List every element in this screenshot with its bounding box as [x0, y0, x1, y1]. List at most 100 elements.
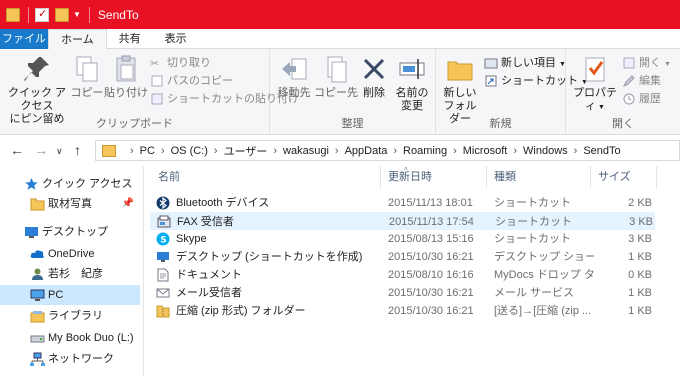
- file-type: ショートカット: [495, 216, 572, 228]
- breadcrumb-microsoft[interactable]: Microsoft: [463, 145, 508, 157]
- new-folder-quick-icon[interactable]: [55, 7, 69, 22]
- nav-item-user[interactable]: 若杉 紀彦: [0, 264, 140, 284]
- pin-label-line1: クイック アクセス: [7, 87, 67, 112]
- recent-dropdown-icon[interactable]: ∨: [56, 146, 63, 157]
- organize-group: 移動先 コピー先 削除 名前の 変更 整理: [270, 49, 436, 135]
- file-date: 2015/11/13 17:54: [389, 216, 474, 228]
- nav-item-desktop[interactable]: デスクトップ: [0, 222, 140, 242]
- breadcrumb-separator[interactable]: ›: [335, 145, 339, 157]
- nav-label-onedrive: OneDrive: [48, 248, 95, 260]
- column-separator[interactable]: [380, 166, 381, 188]
- properties-icon: [579, 53, 611, 85]
- nav-label-user: 若杉 紀彦: [48, 268, 103, 280]
- customize-dropdown-icon[interactable]: ▼: [73, 10, 81, 19]
- new-group-label: 新規: [489, 118, 512, 130]
- breadcrumb-separator[interactable]: ›: [513, 145, 517, 157]
- pin-icon[interactable]: 📌: [122, 194, 134, 214]
- breadcrumb-pc[interactable]: PC: [140, 145, 155, 157]
- file-row[interactable]: FAX 受信者 2015/11/13 17:54 ショートカット 3 KB: [150, 212, 655, 230]
- cut-button[interactable]: ✂ 切り取り: [150, 55, 211, 72]
- rename-button[interactable]: 名前の 変更: [390, 53, 434, 113]
- open-label: 開く: [639, 57, 661, 69]
- nav-item-quick-access[interactable]: クイック アクセス: [0, 174, 140, 194]
- breadcrumb-os-c[interactable]: OS (C:): [171, 145, 208, 157]
- rename-label-line2: 変更: [401, 100, 423, 112]
- breadcrumb-appdata[interactable]: AppData: [345, 145, 388, 157]
- properties-button[interactable]: プロパティ ▼: [572, 53, 618, 114]
- open-dropdown-icon: ▼: [664, 61, 671, 68]
- delete-label: 削除: [363, 87, 385, 99]
- history-label: 履歴: [639, 93, 661, 105]
- breadcrumb-windows[interactable]: Windows: [523, 145, 568, 157]
- column-separator[interactable]: [486, 166, 487, 188]
- nav-item-pc[interactable]: PC: [0, 285, 140, 305]
- file-name: 圧縮 (zip 形式) フォルダー: [176, 305, 306, 317]
- clipboard-group: クイック アクセス にピン留め コピー 貼り付け ✂ 切り取り パスのコピー ショ…: [0, 49, 299, 135]
- column-separator[interactable]: [656, 166, 657, 188]
- column-header-name[interactable]: 名前: [158, 166, 378, 188]
- column-header-date[interactable]: 更新日時: [388, 166, 488, 188]
- copy-to-icon: [320, 53, 352, 85]
- new-item-label: 新しい項目: [501, 57, 556, 69]
- tab-share[interactable]: 共有: [107, 29, 153, 49]
- file-row[interactable]: Bluetooth デバイス 2015/11/13 18:01 ショートカット …: [150, 194, 655, 212]
- properties-quick-icon[interactable]: [35, 7, 49, 22]
- address-bar[interactable]: › PC › OS (C:) › ユーザー › wakasugi › AppDa…: [95, 140, 680, 161]
- copy-to-button[interactable]: コピー先: [314, 53, 358, 100]
- paste-button[interactable]: 貼り付け: [104, 53, 148, 100]
- rename-icon: [396, 53, 428, 85]
- file-size: 1 KB: [628, 305, 652, 317]
- open-button[interactable]: 開く ▼: [622, 55, 671, 72]
- file-row[interactable]: ドキュメント 2015/08/10 16:16 MyDocs ドロップ タ...…: [150, 266, 655, 284]
- copy-button[interactable]: コピー: [70, 53, 104, 100]
- new-item-button[interactable]: 新しい項目 ▼: [484, 55, 566, 72]
- file-name: FAX 受信者: [177, 216, 234, 228]
- column-header-type[interactable]: 種類: [494, 166, 594, 188]
- file-size: 3 KB: [629, 216, 653, 228]
- copy-path-button[interactable]: パスのコピー: [150, 73, 233, 90]
- breadcrumb-roaming[interactable]: Roaming: [403, 145, 447, 157]
- file-name: ドキュメント: [176, 269, 242, 281]
- back-arrow-icon[interactable]: ←: [10, 142, 24, 158]
- column-separator[interactable]: [590, 166, 591, 188]
- breadcrumb-user[interactable]: wakasugi: [283, 145, 329, 157]
- file-size: 3 KB: [628, 233, 652, 245]
- move-to-button[interactable]: 移動先: [274, 53, 314, 100]
- new-folder-label-line1: 新しい: [443, 87, 477, 99]
- tab-view[interactable]: 表示: [153, 29, 199, 49]
- breadcrumb-users[interactable]: ユーザー: [224, 143, 268, 159]
- breadcrumb-separator[interactable]: ›: [393, 145, 397, 157]
- file-row[interactable]: 圧縮 (zip 形式) フォルダー 2015/10/30 16:21 [送る]→…: [150, 302, 655, 320]
- history-button[interactable]: 履歴: [622, 91, 661, 108]
- nav-item-mybook-duo[interactable]: My Book Duo (L:): [0, 328, 140, 348]
- nav-item-network[interactable]: ネットワーク: [0, 349, 140, 369]
- file-row[interactable]: メール受信者 2015/10/30 16:21 メール サービス 1 KB: [150, 284, 655, 302]
- copy-label: コピー: [70, 87, 104, 99]
- nav-item-onedrive[interactable]: OneDrive: [0, 244, 140, 264]
- breadcrumb-separator[interactable]: ›: [161, 145, 165, 157]
- paste-shortcut-icon: [150, 92, 164, 106]
- file-name: メール受信者: [176, 287, 242, 299]
- up-arrow-icon[interactable]: ↑: [74, 142, 81, 158]
- forward-arrow-icon[interactable]: →: [34, 142, 48, 158]
- breadcrumb-sendto[interactable]: SendTo: [583, 145, 620, 157]
- open-icon: [622, 56, 636, 70]
- column-header-size[interactable]: サイズ: [598, 166, 658, 188]
- tab-file[interactable]: ファイル: [0, 29, 48, 49]
- tab-home[interactable]: ホーム: [48, 29, 107, 50]
- breadcrumb-separator[interactable]: ›: [214, 145, 218, 157]
- file-type: ショートカット: [494, 233, 571, 245]
- edit-button[interactable]: 編集: [622, 73, 661, 90]
- nav-item-shuzai-shashin[interactable]: 取材写真 📌: [0, 194, 140, 214]
- delete-button[interactable]: 削除: [358, 53, 390, 100]
- breadcrumb-separator[interactable]: ›: [453, 145, 457, 157]
- file-row[interactable]: デスクトップ (ショートカットを作成) 2015/10/30 16:21 デスク…: [150, 248, 655, 266]
- file-row[interactable]: S Skype 2015/08/13 15:16 ショートカット 3 KB: [150, 230, 655, 248]
- new-folder-icon: [444, 53, 476, 85]
- breadcrumb-separator[interactable]: ›: [574, 145, 578, 157]
- fax-icon: [157, 215, 171, 229]
- breadcrumb-separator[interactable]: ›: [273, 145, 277, 157]
- nav-item-library[interactable]: ライブラリ: [0, 306, 140, 326]
- file-name: デスクトップ (ショートカットを作成): [176, 251, 363, 263]
- breadcrumb-separator[interactable]: ›: [130, 145, 134, 157]
